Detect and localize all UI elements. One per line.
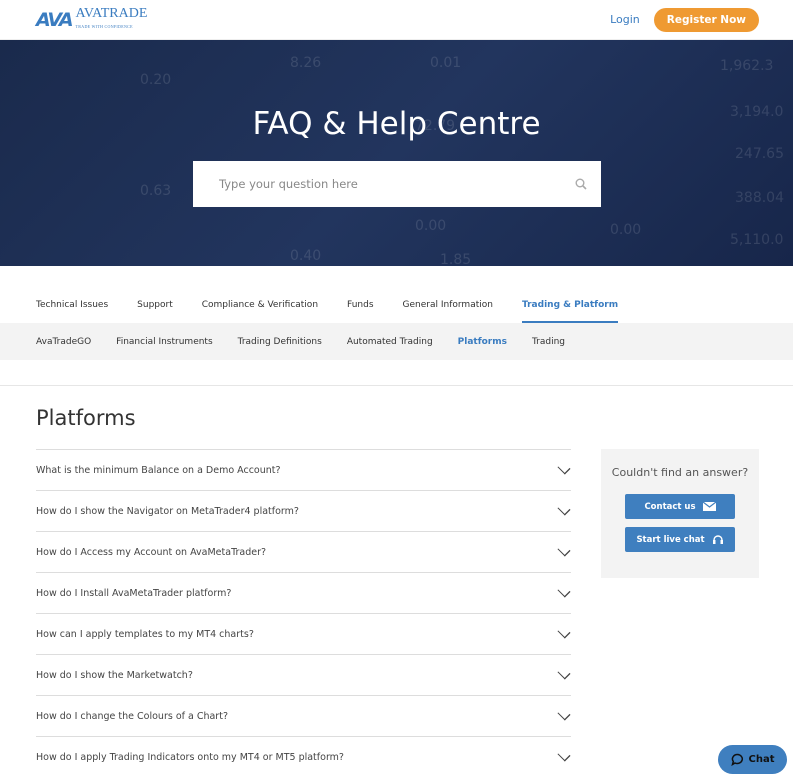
chevron-down-icon[interactable] [557, 584, 571, 598]
background-number: 1,962.3 [720, 58, 774, 74]
faq-question: How do I change the Colours of a Chart? [36, 710, 228, 722]
faq-question: How do I show the Marketwatch? [36, 669, 193, 681]
start-live-chat-button[interactable]: Start live chat [625, 527, 735, 552]
contact-us-label: Contact us [644, 501, 696, 512]
tab-general-information[interactable]: General Information [403, 300, 493, 323]
chevron-down-icon[interactable] [557, 625, 571, 639]
background-number: 5,110.0 [730, 232, 784, 248]
background-number: 247.65 [735, 146, 784, 162]
tab-compliance-verification[interactable]: Compliance & Verification [202, 300, 318, 323]
faq-list: What is the minimum Balance on a Demo Ac… [36, 449, 571, 777]
faq-question: How do I Install AvaMetaTrader platform? [36, 587, 232, 599]
faq-item[interactable]: What is the minimum Balance on a Demo Ac… [36, 449, 571, 490]
logo-name: AVATRADE [75, 5, 148, 21]
chat-widget-button[interactable]: Chat [718, 745, 787, 774]
section-title: Platforms [36, 406, 136, 430]
background-number: 0.00 [610, 222, 642, 238]
tab-technical-issues[interactable]: Technical Issues [36, 300, 108, 323]
chevron-down-icon[interactable] [557, 502, 571, 516]
background-number: 0.63 [140, 183, 172, 199]
contact-us-button[interactable]: Contact us [625, 494, 735, 519]
subtab-automated-trading[interactable]: Automated Trading [347, 337, 433, 347]
hero-banner: 8.26 0.01 0.20 1,962.3 3,194.0 247.65 388.04 5,… [0, 40, 793, 266]
faq-question: What is the minimum Balance on a Demo Ac… [36, 464, 281, 476]
search-input[interactable] [219, 177, 559, 191]
search-icon[interactable] [575, 178, 587, 190]
page-title: FAQ & Help Centre [252, 106, 541, 142]
live-chat-label: Start live chat [636, 534, 705, 545]
divider [0, 385, 793, 386]
chevron-down-icon[interactable] [557, 461, 571, 475]
faq-item[interactable]: How do I show the Navigator on MetaTrade… [36, 490, 571, 531]
faq-item[interactable]: How do I Install AvaMetaTrader platform? [36, 572, 571, 613]
chevron-down-icon[interactable] [557, 748, 571, 762]
help-prompt: Couldn't find an answer? [611, 466, 749, 479]
tab-trading-platform[interactable]: Trading & Platform [521, 300, 619, 323]
subtab-financial-instruments[interactable]: Financial Instruments [116, 337, 212, 347]
background-number: 0.40 [290, 248, 322, 264]
faq-item[interactable]: How can I apply templates to my MT4 char… [36, 613, 571, 654]
background-number: 0.20 [140, 72, 172, 88]
faq-item[interactable]: How do I apply Trading Indicators onto m… [36, 736, 571, 777]
headset-icon [712, 534, 723, 544]
chevron-down-icon[interactable] [557, 666, 571, 680]
logo[interactable]: AVA AVATRADE TRADE WITH CONFIDENCE [36, 5, 148, 33]
faq-question: How can I apply templates to my MT4 char… [36, 628, 254, 640]
background-number: 1.85 [440, 252, 472, 266]
subcategory-tabs: AvaTradeGO Financial Instruments Trading D… [0, 323, 793, 360]
background-number: 388.04 [735, 190, 784, 206]
tab-funds[interactable]: Funds [347, 300, 374, 323]
envelope-icon [702, 502, 716, 511]
faq-item[interactable]: How do I change the Colours of a Chart? [36, 695, 571, 736]
subtab-platforms[interactable]: Platforms [458, 337, 507, 347]
subtab-trading-definitions[interactable]: Trading Definitions [238, 337, 322, 347]
faq-question: How do I apply Trading Indicators onto m… [36, 751, 344, 763]
chat-bubble-icon [730, 753, 743, 766]
login-link[interactable]: Login [610, 13, 640, 26]
subtab-avatradego[interactable]: AvaTradeGO [36, 337, 91, 347]
help-sidebar: Couldn't find an answer? Contact us Star… [601, 449, 759, 578]
faq-question: How do I show the Navigator on MetaTrade… [36, 505, 299, 517]
register-button[interactable]: Register Now [653, 7, 759, 32]
background-number: 0.00 [415, 218, 447, 234]
subtab-trading[interactable]: Trading [532, 337, 565, 347]
faq-item[interactable]: How do I show the Marketwatch? [36, 654, 571, 695]
logo-mark: AVA [36, 8, 74, 31]
tab-support[interactable]: Support [137, 300, 173, 323]
logo-tagline: TRADE WITH CONFIDENCE [75, 23, 133, 29]
chevron-down-icon[interactable] [557, 543, 571, 557]
header: AVA AVATRADE TRADE WITH CONFIDENCE Login … [0, 0, 793, 40]
faq-question: How do I Access my Account on AvaMetaTra… [36, 546, 267, 558]
search-box [193, 161, 601, 207]
chat-label: Chat [748, 754, 775, 765]
faq-item[interactable]: How do I Access my Account on AvaMetaTra… [36, 531, 571, 572]
category-tabs: Technical Issues Support Compliance & Veri… [0, 266, 793, 323]
chevron-down-icon[interactable] [557, 707, 571, 721]
background-number: 0.01 [430, 55, 462, 71]
background-number: 8.26 [290, 55, 322, 71]
